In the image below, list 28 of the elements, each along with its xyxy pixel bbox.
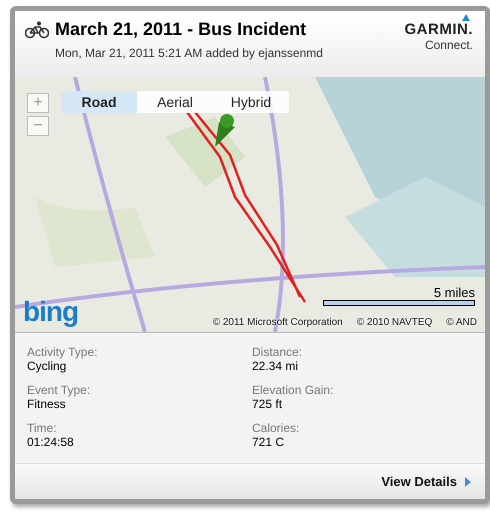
stat-label: Distance: xyxy=(252,345,304,359)
map-provider-logo: bing xyxy=(23,296,78,328)
map-credit: © 2011 Microsoft Corporation xyxy=(212,317,343,328)
scale-label: 5 miles xyxy=(434,285,475,300)
bicycle-icon xyxy=(25,20,49,38)
stat-value: 22.34 mi xyxy=(252,359,300,373)
product-logo: Connect. xyxy=(424,38,473,52)
stat-label: Time: xyxy=(27,421,58,435)
map-type-tab[interactable]: Aerial xyxy=(137,91,213,113)
stat-value: 721 C xyxy=(252,435,286,449)
brand-logo: GARMIN. xyxy=(404,21,473,38)
triangle-icon xyxy=(462,14,470,21)
stat-label: Elevation Gain: xyxy=(252,383,334,397)
activity-subtitle: Mon, Mar 21, 2011 5:21 AM added by ejanssenmd xyxy=(55,46,323,60)
map-type-tab[interactable]: Road xyxy=(61,91,137,113)
stat-label: Calories: xyxy=(252,421,300,435)
stat-value: 725 ft xyxy=(252,397,284,411)
map-type-tab[interactable]: Hybrid xyxy=(213,91,289,113)
map-credit: © 2010 NAVTEQ xyxy=(356,317,432,328)
stat-value: Cycling xyxy=(27,359,68,373)
view-details-link[interactable]: View Details xyxy=(381,474,471,489)
stat-value: 01:24:58 xyxy=(27,435,75,449)
arrow-icon xyxy=(465,476,471,486)
stat-label: Activity Type: xyxy=(27,345,98,359)
activity-title: March 21, 2011 - Bus Incident xyxy=(55,19,306,40)
stat-label: Event Type: xyxy=(27,383,92,397)
stat-value: Fitness xyxy=(27,397,67,411)
map-credit: © AND xyxy=(446,317,477,328)
